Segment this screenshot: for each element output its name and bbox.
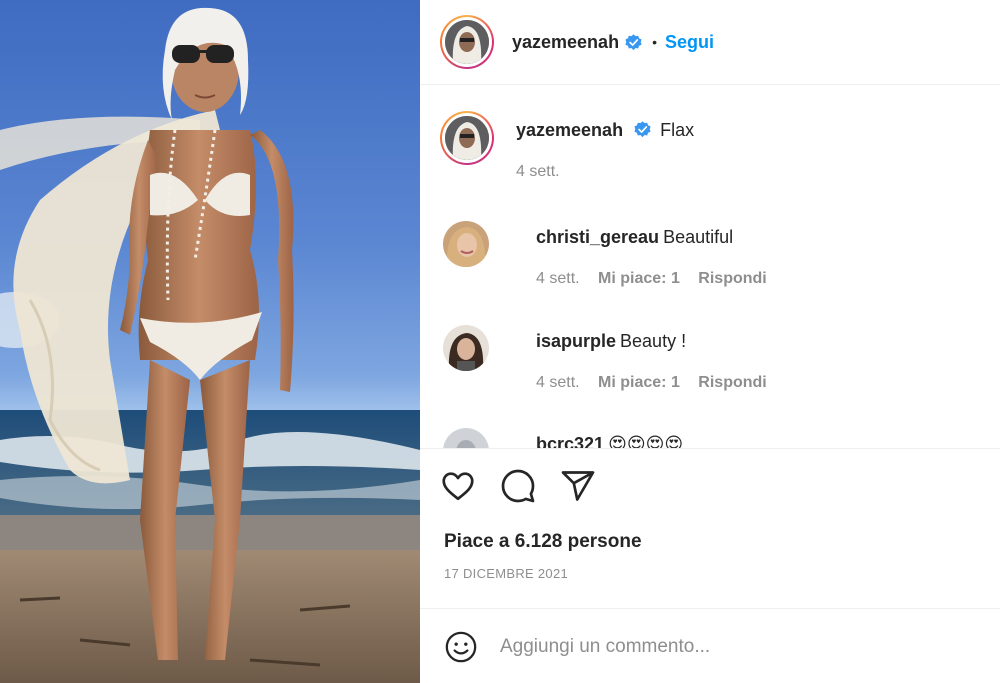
header-separator: • [652, 34, 657, 50]
comment-text: Beauty ! [620, 331, 687, 351]
post-details-panel: yazemeenah • Segui yazemeenah Flax 4 set… [420, 0, 1000, 683]
caption-avatar[interactable] [440, 111, 494, 165]
reply-button[interactable]: Rispondi [698, 374, 766, 391]
caption-avatar-image [445, 116, 489, 160]
likes-count[interactable]: Piace a 6.128 persone [444, 531, 642, 553]
post-actions [440, 468, 596, 504]
post-header: yazemeenah • Segui [420, 0, 1000, 84]
reply-button[interactable]: Rispondi [698, 270, 766, 287]
commenter-avatar-image [443, 428, 489, 448]
emoji-icon[interactable] [444, 630, 478, 664]
comment-username[interactable]: isapurple [536, 331, 616, 351]
comment-likes[interactable]: Mi piace: 1 [598, 270, 680, 287]
commenter-avatar-image [443, 221, 489, 267]
caption-username[interactable]: yazemeenah [516, 120, 623, 140]
commenter-avatar-image [443, 325, 489, 371]
author-username[interactable]: yazemeenah [512, 32, 619, 53]
author-avatar-image [445, 20, 489, 64]
caption-time[interactable]: 4 sett. [516, 163, 560, 180]
comment-time[interactable]: 4 sett. [536, 374, 580, 391]
verified-badge-icon [634, 121, 651, 138]
heart-icon[interactable] [440, 468, 476, 504]
add-comment-bar [420, 610, 1000, 683]
comment-username[interactable]: christi_gereau [536, 227, 659, 247]
caption-text: Flax [660, 120, 695, 140]
post-photo[interactable] [0, 0, 420, 683]
beach-photo-illustration [0, 7, 420, 683]
comment-likes[interactable]: Mi piace: 1 [598, 374, 680, 391]
author-avatar[interactable] [440, 15, 494, 69]
commenter-avatar[interactable] [443, 428, 489, 448]
post-date[interactable]: 17 DICEMBRE 2021 [444, 566, 568, 581]
comment-text: 😍😍😍😍 [608, 434, 684, 448]
share-icon[interactable] [560, 468, 596, 504]
comment-username[interactable]: bcrc321 [536, 434, 604, 448]
comment-icon[interactable] [500, 468, 536, 504]
follow-button[interactable]: Segui [665, 32, 714, 53]
verified-badge-icon [625, 33, 642, 50]
comment-time[interactable]: 4 sett. [536, 270, 580, 287]
commenter-avatar[interactable] [443, 325, 489, 371]
comments-list[interactable]: yazemeenah Flax 4 sett. christi_gereau B… [420, 85, 1000, 448]
comments-divider [420, 448, 1000, 449]
footer-divider [420, 608, 1000, 609]
comment-input[interactable] [500, 635, 940, 658]
commenter-avatar[interactable] [443, 221, 489, 267]
comment-text: Beautiful [663, 227, 734, 247]
